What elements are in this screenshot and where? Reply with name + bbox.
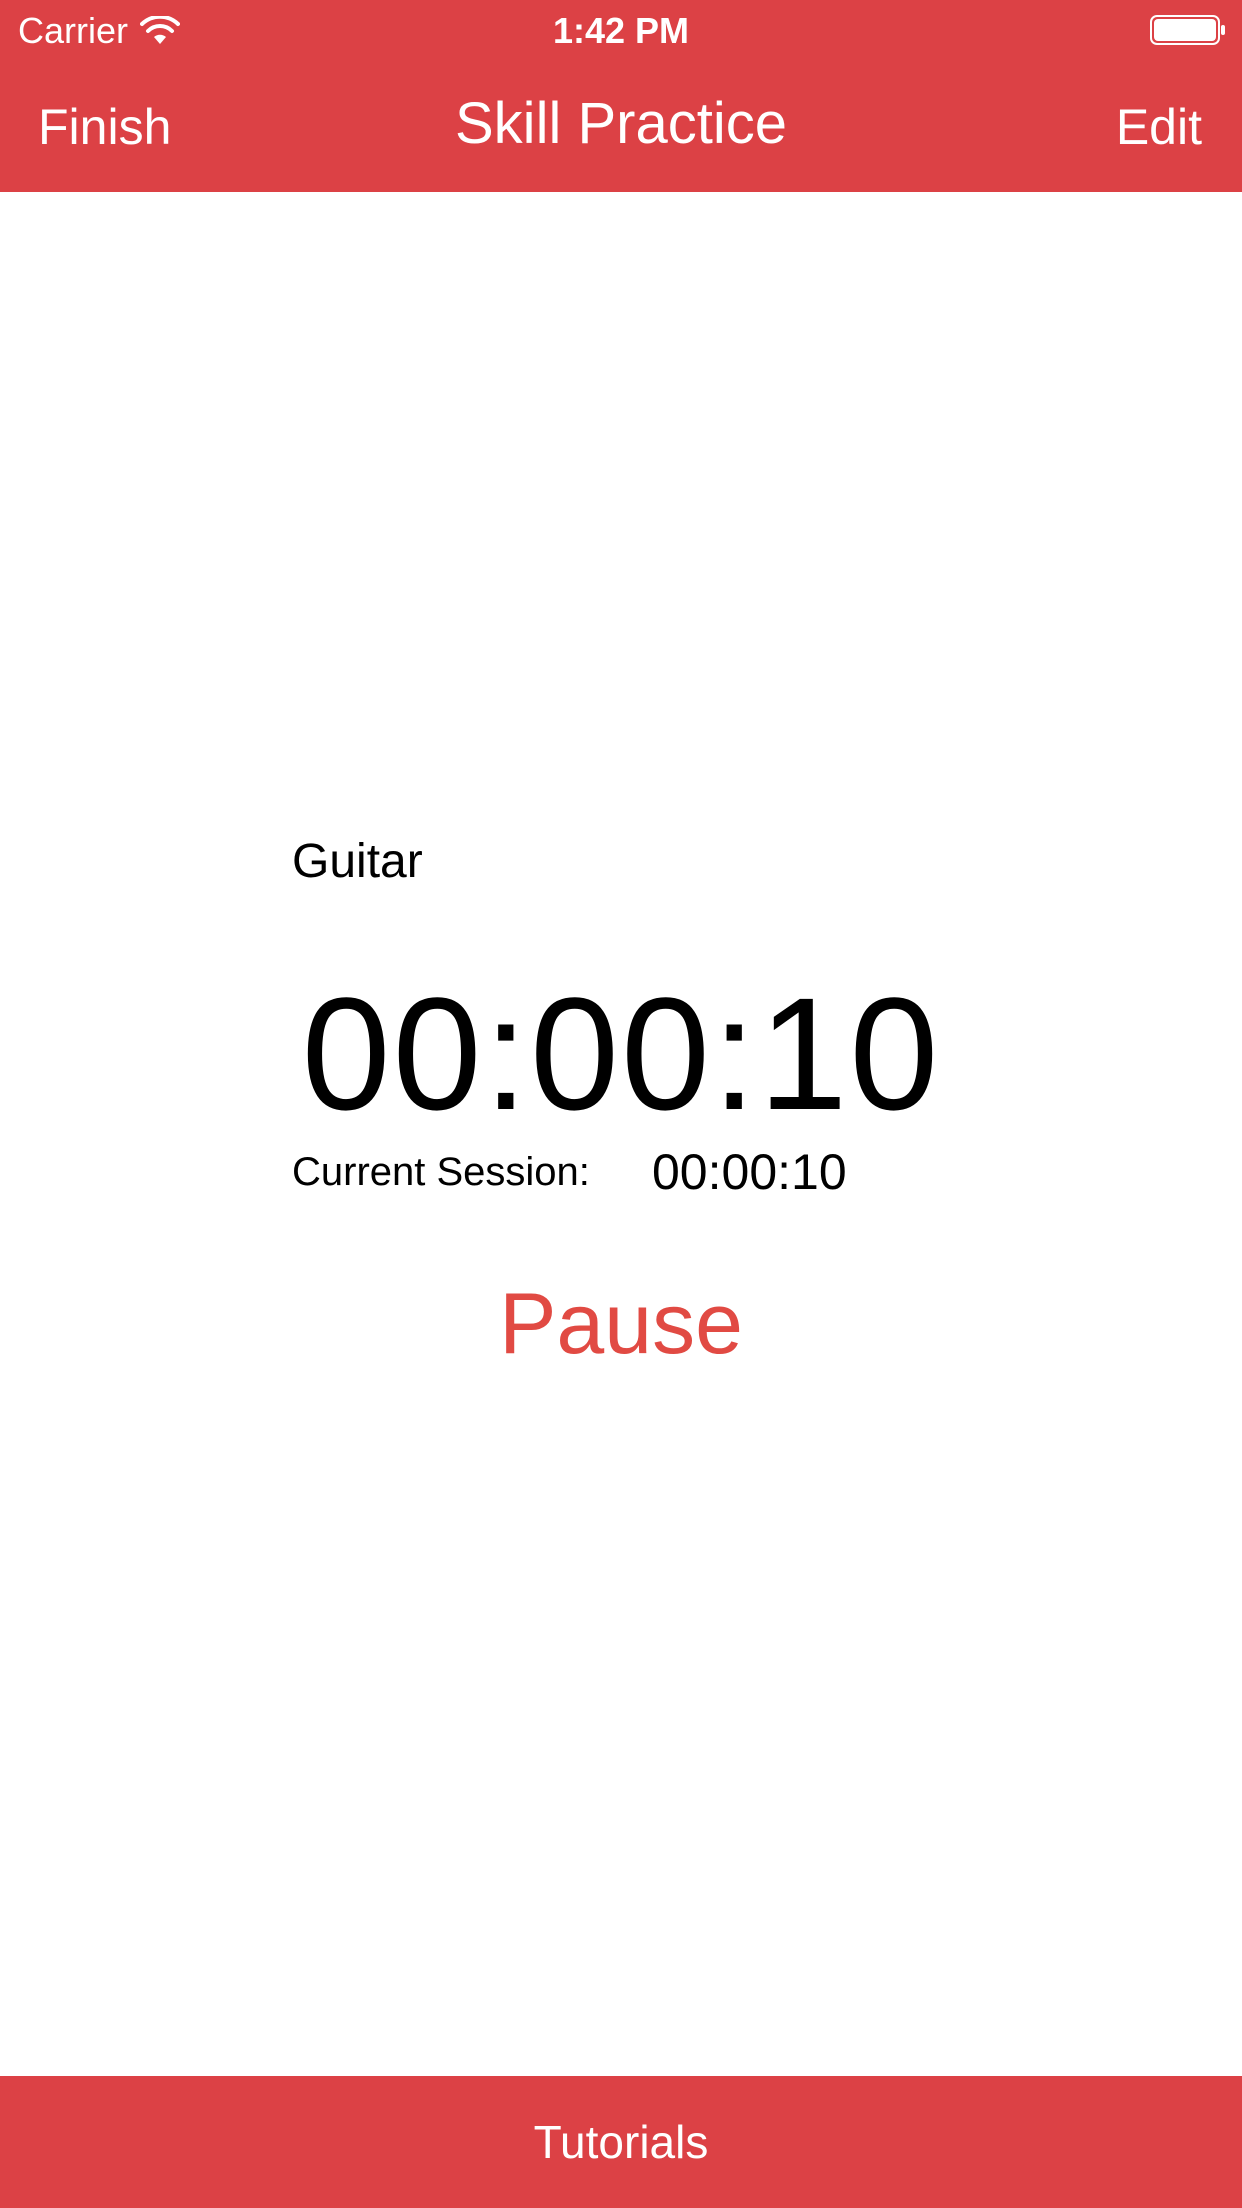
skill-name: Guitar: [292, 835, 423, 888]
tutorials-label: Tutorials: [533, 2116, 709, 2168]
total-timer: 00:00:10: [301, 964, 941, 1143]
page-title: Skill Practice: [455, 91, 787, 156]
battery-full-icon: [1150, 15, 1225, 45]
status-time: 1:42 PM: [552, 10, 690, 51]
tutorials-button[interactable]: Tutorials: [0, 2076, 1242, 2208]
edit-button[interactable]: Edit: [1116, 98, 1202, 156]
current-session-label: Current Session:: [292, 1150, 590, 1194]
top-bar: Carrier 1:42 PM Finish Skill Practice Ed…: [0, 0, 1242, 192]
current-session-time: 00:00:10: [652, 1144, 847, 1200]
pause-button[interactable]: Pause: [0, 1276, 1242, 1372]
